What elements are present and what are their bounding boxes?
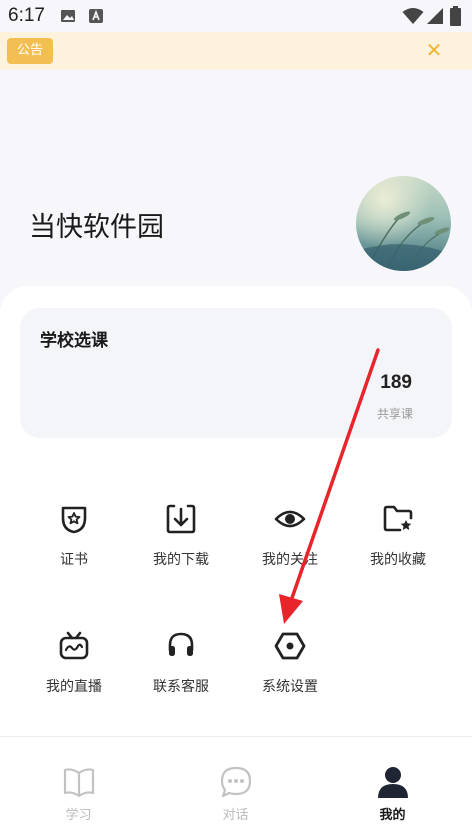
profile-name: 当快软件园 bbox=[29, 212, 164, 243]
avatar[interactable] bbox=[356, 176, 451, 271]
eye-icon bbox=[274, 510, 306, 528]
menu-item-label: 我的直播 bbox=[46, 679, 102, 695]
status-bar: 6:17 bbox=[0, 0, 472, 32]
menu-item-label: 我的关注 bbox=[262, 552, 318, 568]
folder-star-icon bbox=[383, 505, 413, 532]
course-card-title: 学校选课 bbox=[40, 331, 108, 351]
avatar-image bbox=[356, 176, 451, 271]
menu-item-label: 证书 bbox=[60, 552, 88, 568]
certificate-icon bbox=[61, 506, 87, 534]
menu-item-live[interactable]: 我的直播 bbox=[20, 630, 128, 730]
battery-icon bbox=[450, 6, 461, 26]
status-time: 6:17 bbox=[8, 5, 45, 26]
menu-item-system-settings[interactable]: 系统设置 bbox=[236, 630, 344, 730]
menu-item-label: 系统设置 bbox=[262, 679, 318, 695]
menu-item-label: 联系客服 bbox=[153, 679, 209, 695]
course-count-label: 共享课 bbox=[376, 407, 413, 421]
menu-item-label: 我的下载 bbox=[153, 552, 209, 568]
close-icon[interactable]: ✕ bbox=[424, 40, 444, 60]
menu-item-favorites[interactable]: 我的收藏 bbox=[344, 503, 452, 603]
menu-item-customer-service[interactable]: 联系客服 bbox=[127, 630, 235, 730]
menu-item-download[interactable]: 我的下载 bbox=[127, 503, 235, 603]
bottom-tab-bar: 学习 对话 我的 bbox=[0, 736, 472, 839]
book-icon bbox=[63, 768, 95, 798]
cellular-signal-icon bbox=[427, 8, 443, 24]
tab-study[interactable]: 学习 bbox=[0, 737, 157, 839]
hexagon-settings-icon bbox=[274, 632, 306, 660]
headset-icon bbox=[168, 632, 194, 656]
menu-item-follow[interactable]: 我的关注 bbox=[236, 503, 344, 603]
chat-bubble-icon bbox=[220, 766, 252, 798]
notice-badge[interactable]: 公告 bbox=[7, 38, 53, 64]
menu-item-label: 我的收藏 bbox=[370, 552, 426, 568]
text-a-icon bbox=[89, 9, 103, 23]
tab-chat[interactable]: 对话 bbox=[157, 737, 314, 839]
tab-label: 我的 bbox=[379, 808, 406, 823]
person-icon bbox=[378, 767, 408, 798]
course-card[interactable]: 学校选课 189 共享课 bbox=[20, 308, 452, 438]
tab-label: 对话 bbox=[222, 808, 249, 823]
image-icon bbox=[61, 10, 75, 22]
wifi-icon bbox=[402, 8, 424, 24]
notice-bar: 公告 ✕ bbox=[0, 32, 472, 70]
menu-item-certificate[interactable]: 证书 bbox=[20, 503, 128, 603]
tab-mine[interactable]: 我的 bbox=[314, 737, 471, 839]
tab-label: 学习 bbox=[65, 808, 92, 823]
download-icon bbox=[166, 504, 196, 534]
tv-live-icon bbox=[59, 631, 89, 660]
course-count: 189 bbox=[380, 372, 412, 393]
